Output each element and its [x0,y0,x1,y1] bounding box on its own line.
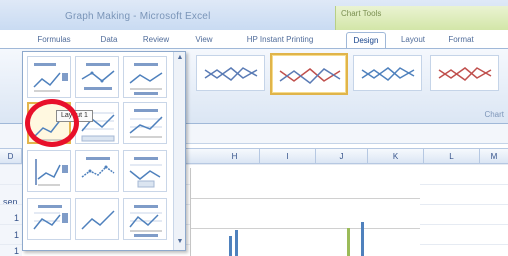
chart-layout-6[interactable] [123,102,167,144]
title-bar: Graph Making - Microsoft Excel Chart Too… [0,0,508,30]
chart-bar [347,228,350,256]
line-chart-icon [279,68,341,84]
column-header[interactable]: L [424,149,480,164]
line-chart-icon [438,67,492,81]
tab-design[interactable]: Design [346,32,386,48]
embedded-chart[interactable] [190,168,420,256]
chart-layout-1[interactable] [27,56,71,98]
chart-layout-icon [129,109,163,138]
highlight-annotation-circle [25,99,79,147]
column-header[interactable]: K [368,149,424,164]
chart-layout-icon [81,63,115,90]
chart-styles-group-caption: Chart [484,110,504,119]
line-chart-icon [204,67,258,81]
line-chart-icon [361,67,415,81]
chart-layout-7[interactable] [27,150,71,192]
window-title: Graph Making - Microsoft Excel [65,11,211,22]
chart-layout-gallery[interactable]: ▲ ▼ [22,51,186,251]
tab-data[interactable]: Data [96,32,122,48]
column-header[interactable]: D [0,149,22,164]
chart-layout-8[interactable] [75,150,119,192]
chart-layout-icon [33,205,68,230]
column-header[interactable]: H [210,149,260,164]
chart-layout-2[interactable] [75,56,119,98]
chart-layout-12[interactable] [123,198,167,240]
chart-layout-icon [35,159,68,186]
chart-bar [235,230,238,256]
tab-hp-instant-printing[interactable]: HP Instant Printing [234,32,326,48]
chart-layout-9[interactable] [123,150,167,192]
chart-layout-icon [33,63,68,92]
tab-formulas[interactable]: Formulas [34,32,74,48]
chart-layout-icon [129,205,162,237]
chart-style-2[interactable] [270,53,348,95]
gridline [191,228,420,229]
tab-format[interactable]: Format [444,32,478,48]
scroll-up-icon[interactable]: ▲ [176,54,184,62]
tab-layout[interactable]: Layout [396,32,430,48]
chart-style-4[interactable] [430,55,499,91]
chart-layout-11[interactable] [75,198,119,240]
column-header[interactable]: M [480,149,508,164]
chart-layout-5[interactable] [75,102,119,144]
gallery-scrollbar[interactable]: ▲ ▼ [173,52,185,250]
column-header[interactable]: I [260,149,316,164]
chart-style-1[interactable] [196,55,265,91]
chart-layout-icon [81,210,115,230]
scroll-down-icon[interactable]: ▼ [176,238,184,246]
chart-layout-icon [129,63,163,95]
tab-view[interactable]: View [192,32,216,48]
chart-layout-icon [81,157,115,178]
chart-style-3[interactable] [353,55,422,91]
chart-layout-10[interactable] [27,198,71,240]
chart-bar [229,236,232,256]
tab-review[interactable]: Review [140,32,172,48]
column-header[interactable]: J [316,149,368,164]
chart-tools-context-band: Chart Tools [335,6,508,30]
gridline [191,198,420,199]
chart-layout-icon [129,157,162,188]
chart-layout-3[interactable] [123,56,167,98]
chart-tools-label: Chart Tools [341,9,382,18]
chart-bar [361,222,364,256]
